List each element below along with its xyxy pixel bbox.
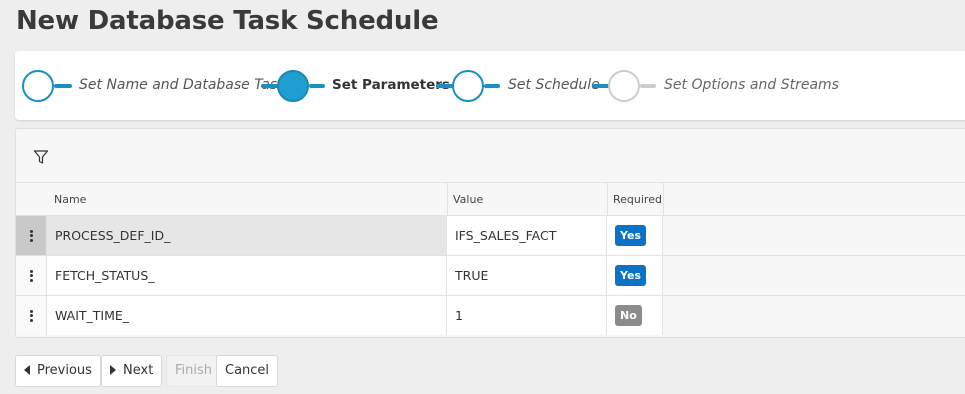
page-title: New Database Task Schedule [16, 6, 439, 36]
table-row[interactable]: WAIT_TIME_ 1 No [16, 295, 965, 335]
parameter-name: FETCH_STATUS_ [47, 256, 447, 295]
row-filler [663, 216, 965, 255]
column-divider [447, 183, 448, 216]
step-1-label[interactable]: Set Name and Database Task [79, 77, 285, 93]
grid-header: Name Value Required [16, 182, 965, 216]
previous-button-label: Previous [37, 363, 92, 378]
required-cell: Yes [607, 256, 663, 295]
parameter-value[interactable]: TRUE [447, 256, 607, 295]
row-filler [663, 256, 965, 295]
column-header-required[interactable]: Required [613, 183, 662, 216]
step-3-label[interactable]: Set Schedule [508, 77, 600, 93]
required-badge: Yes [615, 225, 646, 246]
parameter-name: PROCESS_DEF_ID_ [47, 216, 447, 255]
wizard-stepper: Set Name and Database Task Set Parameter… [15, 51, 965, 120]
step-2-connector [309, 84, 325, 88]
row-menu-button[interactable] [16, 216, 47, 255]
column-header-name[interactable]: Name [54, 183, 86, 216]
row-menu-button[interactable] [16, 296, 47, 335]
required-badge: Yes [615, 265, 646, 286]
step-4-circle[interactable] [608, 70, 640, 102]
step-2-circle[interactable] [277, 70, 309, 102]
kebab-menu-icon [29, 269, 33, 282]
step-3-circle[interactable] [452, 70, 484, 102]
cancel-button-label: Cancel [225, 363, 270, 378]
table-row[interactable]: PROCESS_DEF_ID_ IFS_SALES_FACT Yes [16, 215, 965, 255]
finish-button[interactable]: Finish [166, 355, 222, 387]
kebab-menu-icon [29, 229, 33, 242]
required-cell: No [607, 296, 663, 335]
table-row[interactable]: FETCH_STATUS_ TRUE Yes [16, 255, 965, 295]
column-header-value[interactable]: Value [453, 183, 483, 216]
column-divider [663, 183, 664, 216]
step-4-connector [640, 84, 656, 88]
parameter-name: WAIT_TIME_ [47, 296, 447, 335]
step-4-label[interactable]: Set Options and Streams [664, 77, 839, 93]
row-filler [663, 296, 965, 335]
step-1-connector [54, 84, 72, 88]
step-3-connector [484, 84, 500, 88]
step-1-circle[interactable] [22, 70, 54, 102]
caret-left-icon [24, 365, 30, 375]
previous-button[interactable]: Previous [15, 355, 101, 387]
next-button-label: Next [123, 363, 154, 378]
parameter-value[interactable]: 1 [447, 296, 607, 335]
cancel-button[interactable]: Cancel [216, 355, 279, 387]
finish-button-label: Finish [175, 363, 213, 378]
kebab-menu-icon [29, 309, 33, 322]
step-2-label[interactable]: Set Parameters [332, 77, 450, 93]
caret-right-icon [110, 365, 116, 375]
parameters-grid: Name Value Required PROCESS_DEF_ID_ IFS_… [15, 128, 965, 338]
required-cell: Yes [607, 216, 663, 255]
row-menu-button[interactable] [16, 256, 47, 295]
required-badge: No [615, 305, 642, 326]
filter-icon[interactable] [33, 149, 49, 165]
next-button[interactable]: Next [101, 355, 163, 387]
column-divider [607, 183, 608, 216]
parameter-value[interactable]: IFS_SALES_FACT [447, 216, 607, 255]
